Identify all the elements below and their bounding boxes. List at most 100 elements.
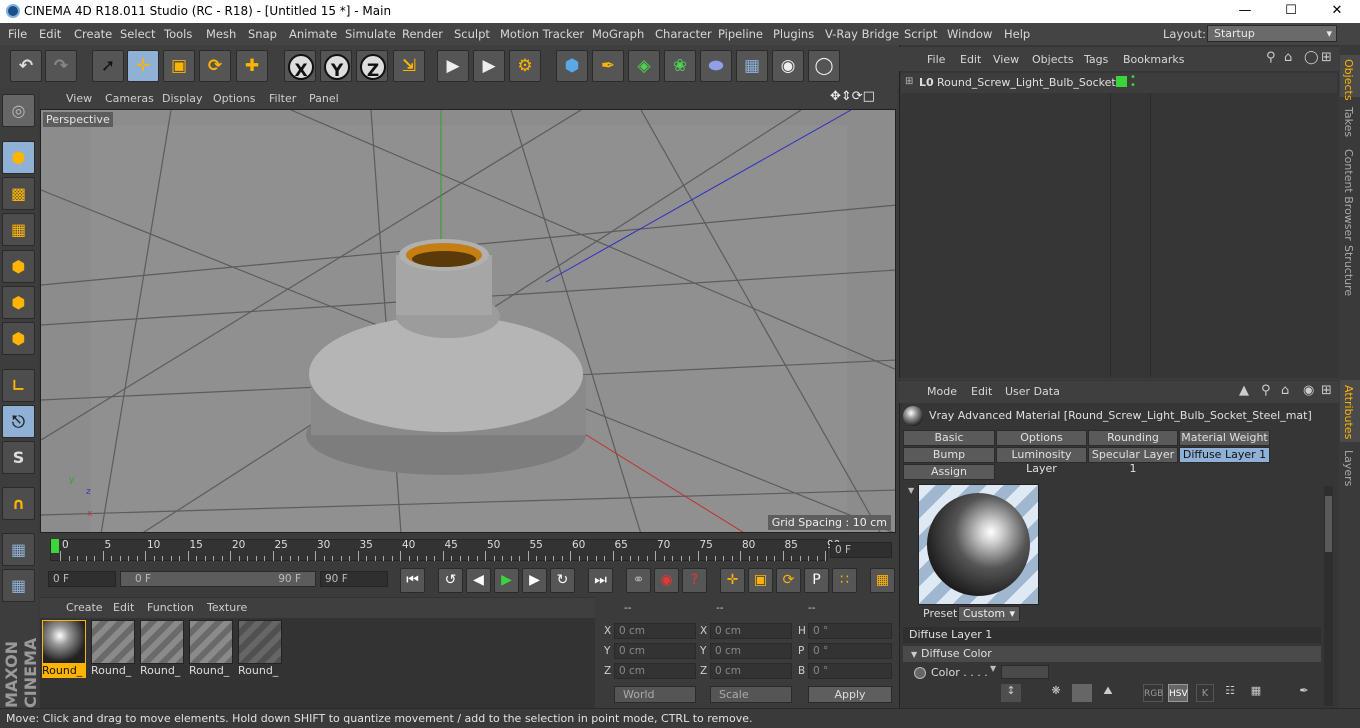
- color-expand-icon[interactable]: ▼: [990, 664, 996, 673]
- rotate-tool-button[interactable]: ⟳: [199, 50, 231, 82]
- obj-menu-file[interactable]: File: [927, 53, 945, 66]
- search-icon[interactable]: ⚲: [1266, 50, 1276, 65]
- material-preview[interactable]: [918, 484, 1039, 605]
- render-picture-viewer-button[interactable]: ▶: [473, 50, 505, 82]
- preview-range-slider[interactable]: 0 F 90 F: [120, 571, 316, 587]
- key-position-button[interactable]: ✛: [720, 568, 745, 593]
- pen-spline-button[interactable]: ✒: [592, 50, 624, 82]
- menu-plugins[interactable]: Plugins: [773, 27, 814, 41]
- go-to-end-button[interactable]: ⏭: [588, 568, 613, 593]
- material-swatch[interactable]: Round_: [140, 620, 184, 678]
- collapse-icon[interactable]: ▼: [911, 650, 917, 659]
- menu-window[interactable]: Window: [947, 27, 992, 41]
- make-editable-button[interactable]: ◎: [2, 94, 35, 127]
- obj-menu-view[interactable]: View: [993, 53, 1019, 66]
- render-settings-button[interactable]: ⚙: [509, 50, 541, 82]
- vp-menu-cameras[interactable]: Cameras: [105, 92, 154, 105]
- scale-tool-button[interactable]: ▣: [163, 50, 195, 82]
- menu-mesh[interactable]: Mesh: [206, 27, 236, 41]
- maximize-button[interactable]: ☐: [1268, 0, 1314, 23]
- material-swatch[interactable]: Round_: [189, 620, 233, 678]
- color-wheel-icon[interactable]: ❋: [1046, 684, 1066, 702]
- viewport-nav-icons[interactable]: ✥⇕⟳□: [830, 89, 875, 104]
- render-view-button[interactable]: ▶: [437, 50, 469, 82]
- vp-menu-panel[interactable]: Panel: [309, 92, 339, 105]
- key-parameter-button[interactable]: P: [804, 568, 829, 593]
- mixer-icon[interactable]: ☷: [1220, 684, 1240, 702]
- move-tool-button[interactable]: ✛: [127, 50, 159, 82]
- position-x-field[interactable]: 0 cm: [614, 623, 696, 639]
- position-z-field[interactable]: 0 cm: [614, 663, 696, 679]
- menu-help[interactable]: Help: [1004, 27, 1030, 41]
- cloner-button[interactable]: ❀: [664, 50, 696, 82]
- tab-material-weight[interactable]: Material Weight: [1179, 430, 1270, 446]
- menu-select[interactable]: Select: [120, 27, 155, 41]
- tab-basic[interactable]: Basic: [903, 430, 995, 446]
- menu-motion-tracker[interactable]: Motion Tracker: [500, 27, 584, 41]
- keyframe-selection-button[interactable]: ⚭: [626, 568, 651, 593]
- lock-x-axis-button[interactable]: X: [284, 50, 316, 82]
- obj-menu-bookmarks[interactable]: Bookmarks: [1123, 53, 1184, 66]
- menu-snap[interactable]: Snap: [248, 27, 277, 41]
- lock-workplane-button[interactable]: ▦: [2, 533, 35, 566]
- key-pla-button[interactable]: ∷: [832, 568, 857, 593]
- hsv-mode-icon[interactable]: HSV: [1168, 684, 1188, 702]
- menu-file[interactable]: File: [8, 27, 27, 41]
- color-swatch[interactable]: [1001, 665, 1049, 679]
- rotation-p-field[interactable]: 0 °: [808, 643, 892, 659]
- current-frame-field[interactable]: 0 F: [830, 542, 892, 558]
- tab-specular-layer-1[interactable]: Specular Layer 1: [1088, 447, 1178, 475]
- key-scale-button[interactable]: ▣: [748, 568, 773, 593]
- auto-key-button[interactable]: ?: [682, 568, 707, 593]
- key-rotation-button[interactable]: ⟳: [776, 568, 801, 593]
- snap-button[interactable]: S: [2, 441, 35, 474]
- next-key-button[interactable]: ↻: [550, 568, 575, 593]
- workplane-align-button[interactable]: ▦: [2, 569, 35, 602]
- 3d-viewport[interactable]: y z x Perspective Grid Spacing : 10 cm: [40, 109, 896, 533]
- size-x-field[interactable]: 0 cm: [710, 623, 792, 639]
- side-tab-content-browser[interactable]: Content Browser: [1342, 149, 1355, 241]
- color-square-icon[interactable]: [1072, 684, 1092, 702]
- size-y-field[interactable]: 0 cm: [710, 643, 792, 659]
- lock-y-axis-button[interactable]: Y: [320, 50, 352, 82]
- obj-menu-edit[interactable]: Edit: [960, 53, 981, 66]
- previous-frame-button[interactable]: ◀: [466, 568, 491, 593]
- picker-spectrum-icon[interactable]: ↕: [1001, 684, 1021, 702]
- rotation-h-field[interactable]: 0 °: [808, 623, 892, 639]
- menu-render[interactable]: Render: [402, 27, 443, 41]
- model-mode-button[interactable]: ⬢: [2, 141, 35, 174]
- polygons-mode-button[interactable]: ⬢: [2, 322, 35, 355]
- camera-button[interactable]: ◉: [772, 50, 804, 82]
- lock-icon[interactable]: ⌂: [1281, 383, 1289, 398]
- previous-key-button[interactable]: ↺: [438, 568, 463, 593]
- object-name[interactable]: Round_Screw_Light_Bulb_Socket: [937, 76, 1116, 89]
- attr-scrollbar-thumb[interactable]: [1325, 496, 1332, 552]
- tab-rounding[interactable]: Rounding: [1088, 430, 1178, 446]
- image-icon[interactable]: ⛰: [1098, 684, 1118, 702]
- menu-edit[interactable]: Edit: [39, 27, 61, 41]
- timeline-window-button[interactable]: ▦: [870, 568, 895, 593]
- floor-button[interactable]: ▦: [736, 50, 768, 82]
- object-row[interactable]: ⊞ L0 Round_Screw_Light_Bulb_Socket • •: [901, 73, 1337, 93]
- live-selection-button[interactable]: ➚: [92, 50, 124, 82]
- home-icon[interactable]: ⌂: [1284, 50, 1292, 65]
- preset-dropdown[interactable]: Custom ▾: [958, 606, 1020, 622]
- next-frame-button[interactable]: ▶: [522, 568, 547, 593]
- attr-scrollbar[interactable]: [1324, 486, 1333, 706]
- recent-tool-button[interactable]: ✚: [236, 50, 268, 82]
- menu-mograph[interactable]: MoGraph: [592, 27, 644, 41]
- kelvin-mode-icon[interactable]: K: [1196, 684, 1214, 702]
- rgb-mode-icon[interactable]: RGB: [1143, 684, 1163, 702]
- record-button[interactable]: ◉: [654, 568, 679, 593]
- menu-sculpt[interactable]: Sculpt: [454, 27, 490, 41]
- obj-menu-tags[interactable]: Tags: [1084, 53, 1108, 66]
- animate-radio[interactable]: [914, 667, 926, 679]
- start-frame-field[interactable]: 0 F: [48, 571, 116, 587]
- menu-script[interactable]: Script: [904, 27, 937, 41]
- visibility-dots-icon[interactable]: • •: [1130, 73, 1136, 91]
- workplane-mode-button[interactable]: ▦: [2, 213, 35, 246]
- search-icon[interactable]: ⚲: [1261, 383, 1271, 398]
- side-tab-structure[interactable]: Structure: [1342, 245, 1355, 296]
- expand-icon[interactable]: ⊞: [905, 76, 913, 87]
- position-y-field[interactable]: 0 cm: [614, 643, 696, 659]
